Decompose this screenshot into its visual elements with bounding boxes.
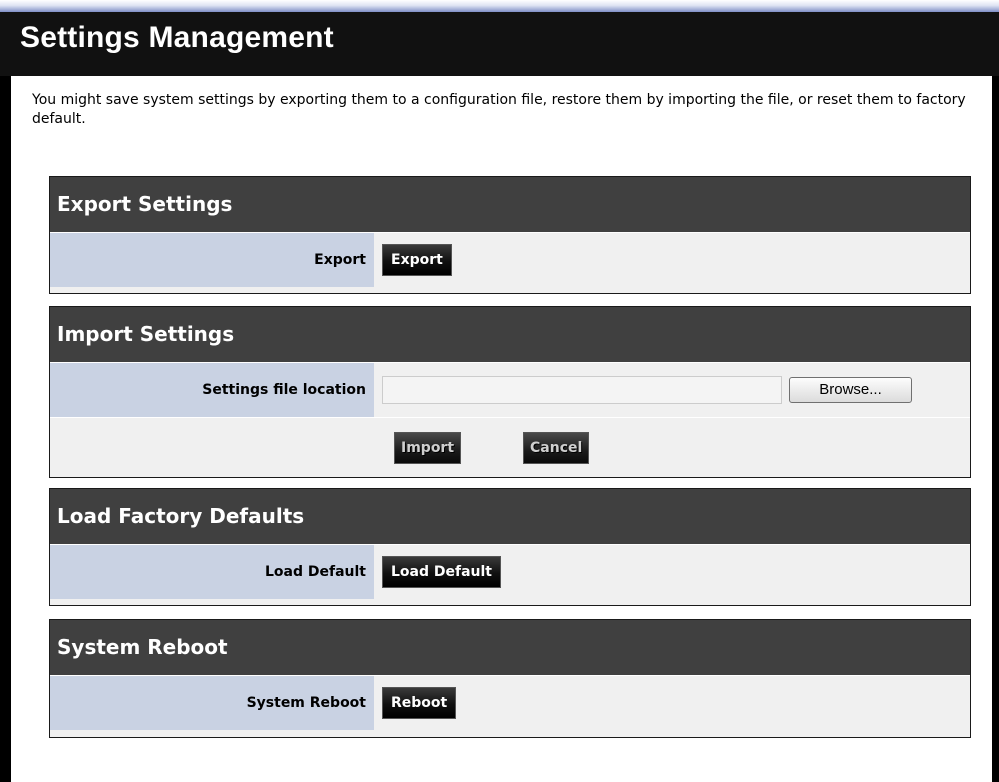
page-description: You might save system settings by export… bbox=[32, 92, 966, 127]
export-value-cell: Export bbox=[374, 233, 970, 287]
import-settings-section: Import Settings Settings file location B… bbox=[49, 306, 971, 478]
system-reboot-section: System Reboot System Reboot Reboot bbox=[49, 619, 971, 738]
settings-file-input[interactable] bbox=[382, 376, 782, 404]
system-reboot-label: System Reboot bbox=[50, 676, 374, 730]
export-label: Export bbox=[50, 233, 374, 287]
load-default-label: Load Default bbox=[50, 545, 374, 599]
top-gradient-strip bbox=[0, 0, 999, 12]
reboot-section-title: System Reboot bbox=[50, 620, 970, 675]
import-button[interactable]: Import bbox=[394, 432, 462, 464]
system-reboot-row: System Reboot Reboot bbox=[50, 675, 970, 730]
import-file-value-cell: Browse... bbox=[374, 363, 970, 417]
import-buttons-row: Import Cancel bbox=[50, 417, 970, 479]
import-file-row: Settings file location Browse... bbox=[50, 362, 970, 417]
settings-file-location-label: Settings file location bbox=[50, 363, 374, 417]
export-row: Export Export bbox=[50, 232, 970, 287]
browse-button[interactable]: Browse... bbox=[789, 377, 912, 403]
export-button[interactable]: Export bbox=[382, 244, 452, 276]
page-title: Settings Management bbox=[20, 21, 334, 54]
reboot-button[interactable]: Reboot bbox=[382, 687, 457, 719]
export-settings-section: Export Settings Export Export bbox=[49, 176, 971, 294]
load-default-button[interactable]: Load Default bbox=[382, 556, 501, 588]
reboot-value-cell: Reboot bbox=[374, 676, 970, 730]
import-section-title: Import Settings bbox=[50, 307, 970, 362]
load-factory-defaults-section: Load Factory Defaults Load Default Load … bbox=[49, 488, 971, 606]
load-default-value-cell: Load Default bbox=[374, 545, 970, 599]
cancel-button[interactable]: Cancel bbox=[523, 432, 590, 464]
factory-section-title: Load Factory Defaults bbox=[50, 489, 970, 544]
export-section-title: Export Settings bbox=[50, 177, 970, 232]
load-default-row: Load Default Load Default bbox=[50, 544, 970, 599]
